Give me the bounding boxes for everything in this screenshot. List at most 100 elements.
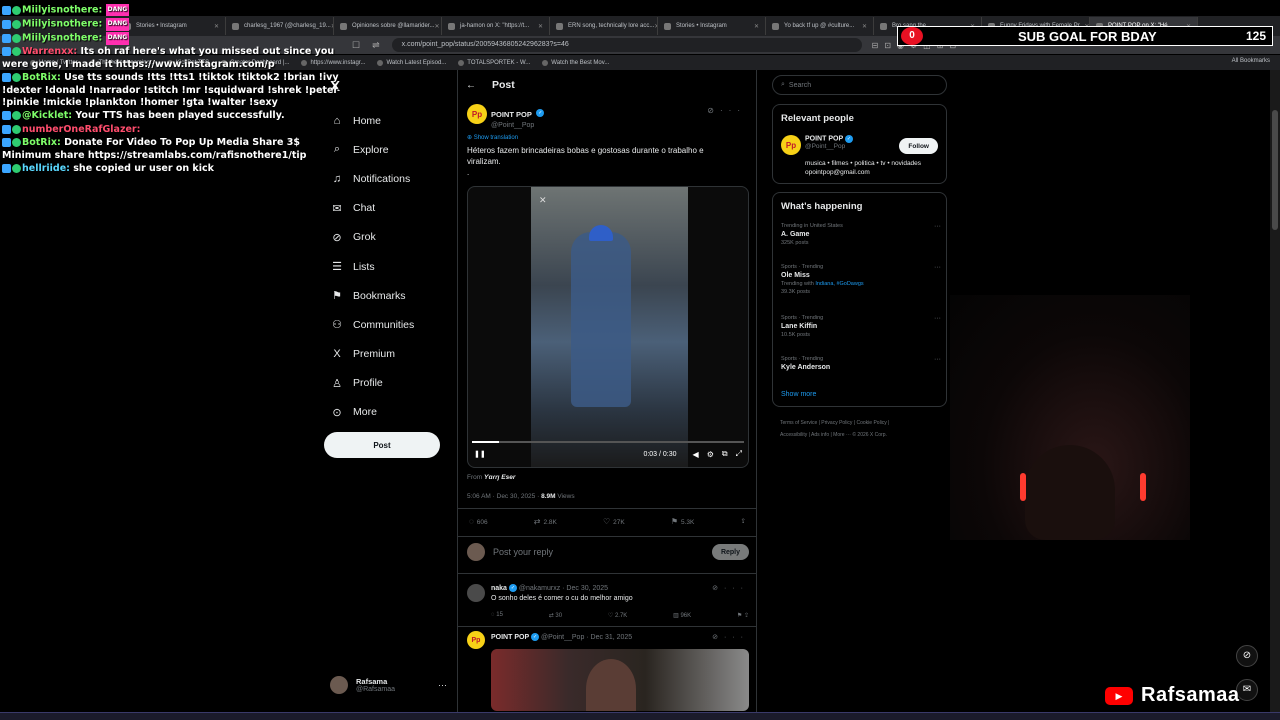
grok-icon[interactable]: ⊘ <box>1236 645 1258 667</box>
close-icon[interactable]: ✕ <box>862 23 867 30</box>
more-dots-icon[interactable]: ··· <box>724 585 749 592</box>
browser-tab[interactable]: Yo back tf up @ #culture... ✕ <box>766 17 874 35</box>
sidebar-item-label: Premium <box>353 348 396 361</box>
repost-action[interactable]: ⇄ 2.8K <box>534 517 557 526</box>
show-translation-link[interactable]: ⊕ Show translation <box>467 134 518 141</box>
sidebar-item-explore[interactable]: ⌕ Explore <box>330 135 414 164</box>
close-icon[interactable]: ✕ <box>539 195 547 206</box>
more-dots-icon[interactable]: ··· <box>720 106 746 115</box>
post-timestamp[interactable]: 5:06 AM · Dec 30, 2025 · <box>467 493 539 500</box>
more-dots-icon[interactable]: ··· <box>438 680 447 690</box>
reply-author-name[interactable]: naka <box>491 585 507 592</box>
chat-username: numberOneRafGlazer: <box>22 123 141 135</box>
reply-action[interactable]: ◌ 606 <box>469 517 488 526</box>
sidebar-item-profile[interactable]: ♙ Profile <box>330 369 414 398</box>
chat-message: Miilyisnothere: DANG <box>2 18 342 31</box>
repost-action[interactable]: ⇄ 30 <box>549 612 562 619</box>
avatar[interactable] <box>467 584 485 602</box>
sidebar-item-communities[interactable]: ⚇ Communities <box>330 310 414 339</box>
sidebar-item-notifications[interactable]: ♫ Notifications <box>330 164 414 193</box>
account-switcher[interactable]: Rafsama @Rafsamaa ··· <box>330 676 447 694</box>
avatar[interactable]: Pp <box>781 135 801 155</box>
sidebar-item-bookmarks[interactable]: ⚑ Bookmarks <box>330 281 414 310</box>
trend-category: Trending in United States <box>781 223 843 229</box>
footer-links[interactable]: Terms of Service | Privacy Policy | Cook… <box>780 417 945 441</box>
site-info-icon[interactable]: ⇌ <box>372 40 380 51</box>
more-dots-icon[interactable]: ··· <box>724 634 749 641</box>
follow-button[interactable]: Follow <box>899 138 938 154</box>
bookmark-link[interactable]: Watch the Best Mov... <box>542 59 609 66</box>
more-dots-icon[interactable]: ··· <box>934 356 941 363</box>
address-input[interactable]: x.com/point_pop/status/20059436805242962… <box>391 38 862 52</box>
browser-tab[interactable]: Opiniones sobre @llamarider... ✕ <box>334 17 442 35</box>
sidebar-item-chat[interactable]: ✉ Chat <box>330 194 414 223</box>
avatar[interactable]: Pp <box>467 631 485 649</box>
browser-tab[interactable]: ERN song, technically lore acc...✕ <box>550 17 658 35</box>
page-scrollbar[interactable] <box>1270 70 1280 712</box>
settings-icon[interactable]: ⚙ <box>707 450 714 459</box>
like-action[interactable]: ♡ 27K <box>603 517 625 526</box>
fullscreen-icon[interactable]: ⤢ <box>736 449 742 459</box>
reply-button[interactable]: Reply <box>711 544 749 560</box>
bookmark-icon[interactable]: ⚑ ⇪ <box>737 612 749 619</box>
chat-badge-icon <box>2 47 11 57</box>
sidebar-item-home[interactable]: ⌂ Home <box>330 106 414 135</box>
person-handle[interactable]: @Point__Pop <box>805 143 853 150</box>
views-action[interactable]: ▥ 96K <box>673 612 691 619</box>
chat-badge-icon <box>12 163 21 173</box>
grok-icon[interactable]: ⊘ <box>712 634 724 641</box>
post-author-name[interactable]: POINT POP <box>491 634 529 641</box>
author-name[interactable]: POINT POP <box>491 110 532 119</box>
more-dots-icon[interactable]: ··· <box>934 223 941 230</box>
back-arrow-icon[interactable]: ← <box>466 80 476 91</box>
avatar[interactable]: Pp <box>467 104 487 124</box>
grok-icon[interactable]: ⊘ <box>712 585 724 592</box>
reply-author-handle[interactable]: @nakamurxz · Dec 30, 2025 <box>519 585 608 592</box>
trend-item[interactable]: Sports · Trending Lane Kiffin 10.5K post… <box>781 315 941 338</box>
trend-with-link[interactable]: Indiana, #GoDawgs <box>815 281 863 287</box>
volume-icon[interactable]: ◀ <box>693 450 699 459</box>
source-user[interactable]: Ƴɑɾɾȷ Eser <box>484 474 515 481</box>
search-input[interactable]: ⌕ Search <box>772 75 947 95</box>
stream-chat-overlay: Miilyisnothere: DANG Miilyisnothere: DANG… <box>2 4 342 176</box>
show-more-link[interactable]: Show more <box>781 391 816 398</box>
trend-item[interactable]: Sports · Trending Kyle Anderson ··· <box>781 356 941 371</box>
all-bookmarks-link[interactable]: All Bookmarks <box>1232 58 1270 64</box>
sidebar-item-label: Grok <box>353 231 376 244</box>
scrollbar-thumb[interactable] <box>1272 110 1278 230</box>
more-dots-icon[interactable]: ··· <box>934 264 941 271</box>
close-icon[interactable]: ✕ <box>434 23 439 30</box>
bookmark-star-icon[interactable]: ☐ <box>352 40 360 51</box>
video-frame[interactable] <box>531 187 688 467</box>
post-media[interactable] <box>491 649 749 711</box>
browser-tab[interactable]: Stories • Instagram ✕ <box>658 17 766 35</box>
trend-item[interactable]: Trending in United States A. Game 325K p… <box>781 223 941 246</box>
person-name[interactable]: POINT POP <box>805 136 843 143</box>
like-action[interactable]: ♡ 2.7K <box>608 612 627 619</box>
bookmark-action[interactable]: ⚑ 5.3K <box>671 517 695 526</box>
share-icon[interactable]: ⇪ <box>741 517 746 526</box>
reply-input[interactable]: Post your reply <box>493 547 553 557</box>
pip-icon[interactable]: ⧉ <box>722 449 728 459</box>
more-dots-icon[interactable]: ··· <box>934 315 941 322</box>
pause-icon[interactable]: ❚❚ <box>474 450 486 458</box>
bookmark-link[interactable]: TOTALSPORTEK - W... <box>458 59 530 66</box>
sidebar-item-grok[interactable]: ⊘ Grok <box>330 223 414 252</box>
browser-tab[interactable]: ja-hamon on X: "https://t... ✕ <box>442 17 550 35</box>
sidebar-item-premium[interactable]: X Premium <box>330 340 414 369</box>
sidebar-item-lists[interactable]: ☰ Lists <box>330 252 414 281</box>
footer-line[interactable]: Accessibility | Ads info | More ··· © 20… <box>780 429 945 441</box>
footer-line[interactable]: Terms of Service | Privacy Policy | Cook… <box>780 417 945 429</box>
video-progress-bar[interactable] <box>472 441 744 443</box>
grok-icon[interactable]: ⊘ <box>707 106 720 115</box>
post-button[interactable]: Post <box>324 432 440 458</box>
reply-action[interactable]: ◌ 15 <box>491 612 503 619</box>
bookmark-link[interactable]: Watch Latest Episod... <box>377 59 446 66</box>
close-icon[interactable]: ✕ <box>754 23 759 30</box>
close-icon[interactable]: ✕ <box>538 23 543 30</box>
trend-item[interactable]: Sports · Trending Ole Miss Trending with… <box>781 264 941 295</box>
author-handle[interactable]: @Point__Pop <box>491 122 544 129</box>
video-player[interactable]: ✕ ❚❚ 0:03 / 0:30 ◀ ⚙ ⧉ ⤢ <box>467 186 749 468</box>
post-author-handle[interactable]: @Point__Pop · Dec 31, 2025 <box>541 634 632 641</box>
sidebar-item-more[interactable]: ⊙ More <box>330 398 414 427</box>
